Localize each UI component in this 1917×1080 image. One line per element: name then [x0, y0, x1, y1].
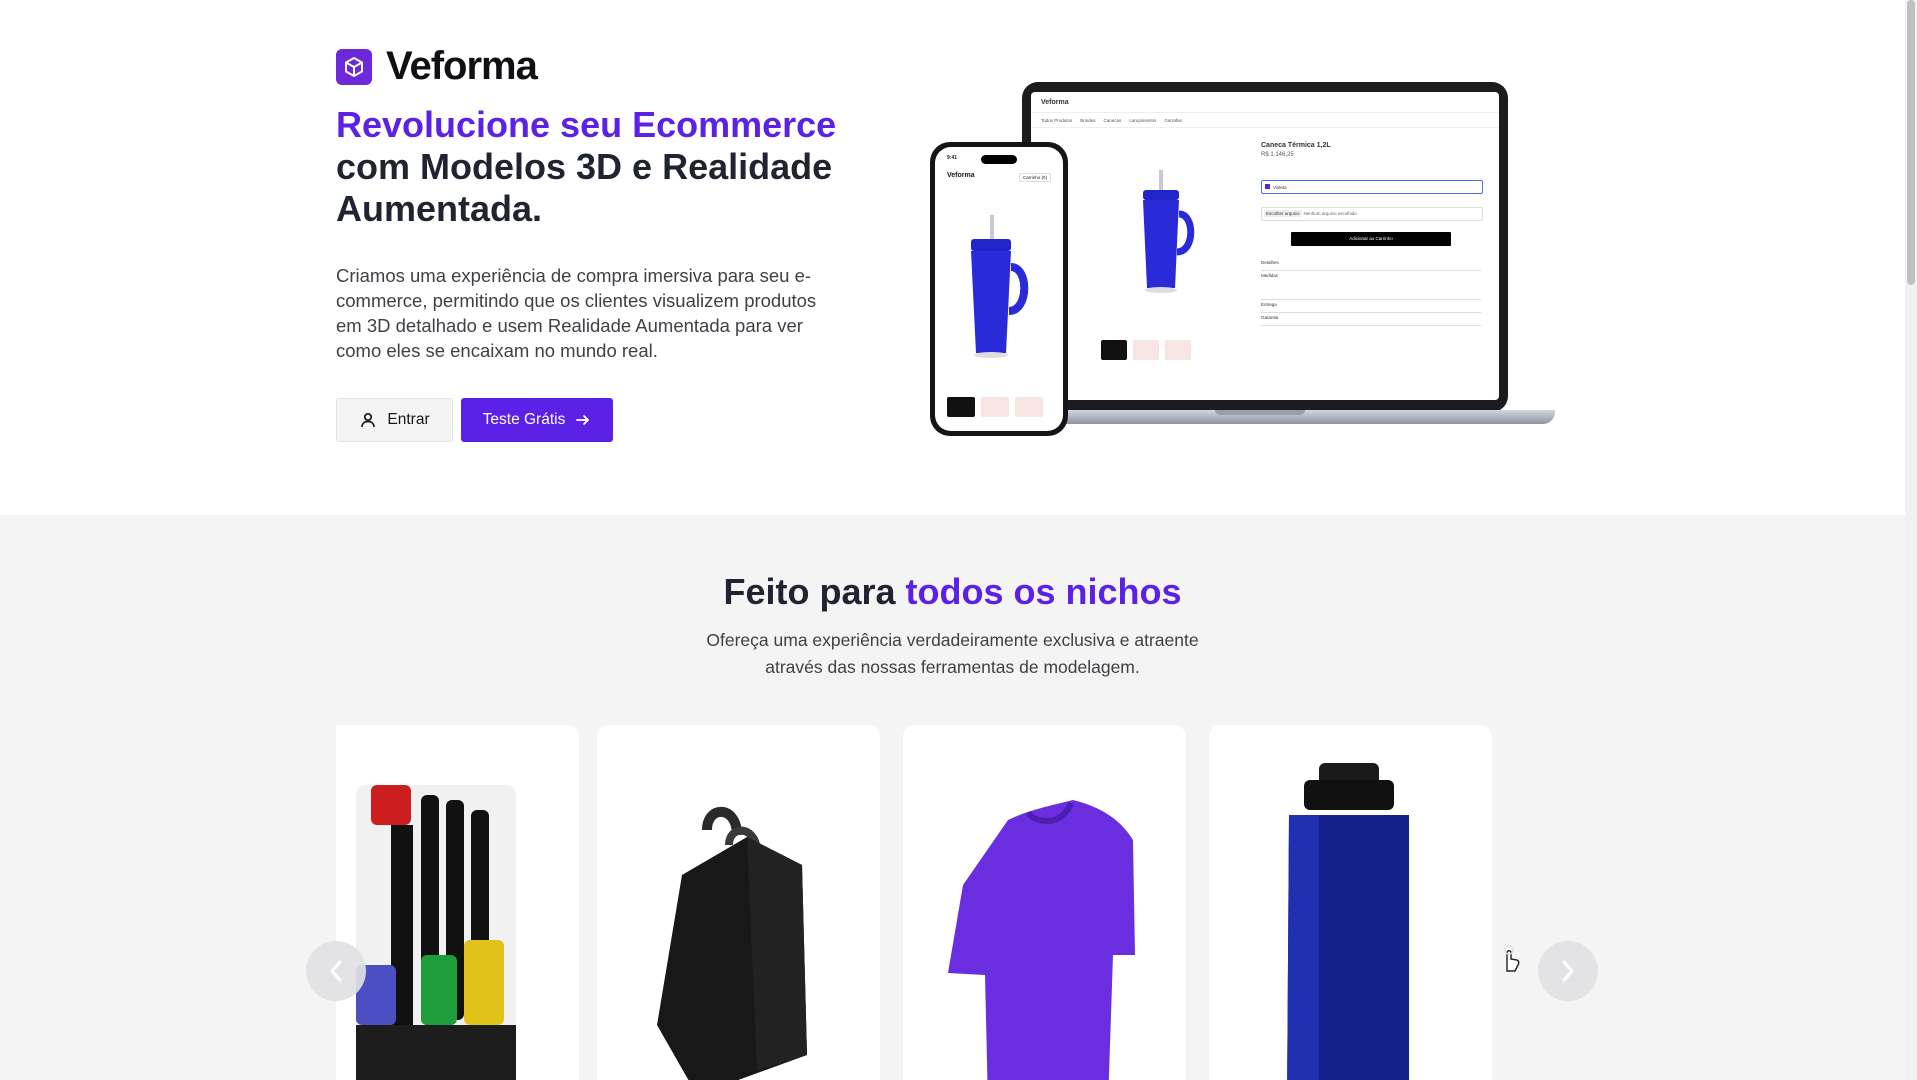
- carousel-card-backpack[interactable]: [597, 725, 880, 1080]
- phone-dynamic-island: [981, 155, 1017, 164]
- hero-headline: Revolucione seu Ecommerce com Modelos 3D…: [336, 104, 876, 230]
- phone-mockup: 9:41 Veforma Carrinho (0): [930, 142, 1068, 436]
- bottle-product-image: [1287, 763, 1409, 1080]
- cube-logo-icon: [336, 48, 372, 85]
- carousel-card-bottle[interactable]: [1209, 725, 1492, 1080]
- headline-accent: Revolucione seu Ecommerce: [336, 104, 837, 145]
- laptop-notch: [1215, 410, 1305, 415]
- brand[interactable]: Veforma: [336, 44, 538, 89]
- login-label: Entrar: [387, 411, 430, 428]
- phone-thumb-ar: [947, 397, 975, 417]
- carousel-prev-button[interactable]: [306, 941, 366, 1001]
- niches-subtitle: Ofereça uma experiência verdadeiramente …: [0, 627, 1905, 681]
- phone-cart: Carrinho (0): [1019, 173, 1052, 182]
- trial-label: Teste Grátis: [482, 411, 566, 428]
- page-scrollbar[interactable]: [1905, 0, 1917, 1080]
- mockup-thumb-ar: [1101, 340, 1127, 360]
- carousel-next-button[interactable]: [1538, 941, 1598, 1001]
- arrow-right-icon: [576, 415, 590, 425]
- phone-time: 9:41: [947, 155, 958, 161]
- hero-section: Veforma Revolucione seu Ecommerce com Mo…: [0, 0, 1905, 515]
- niches-title-accent: todos os nichos: [905, 571, 1182, 612]
- phone-store-screen: 9:41 Veforma Carrinho (0): [935, 147, 1063, 431]
- mockup-nav: Todos Produtos Brindes Canecas Lançamentos G…: [1031, 113, 1499, 128]
- phone-thumb: [981, 397, 1009, 417]
- product-carousel[interactable]: [336, 725, 1568, 1080]
- carousel-card-tools[interactable]: [336, 725, 579, 1080]
- mockup-product-price: R$ 1.146,25: [1261, 152, 1294, 158]
- phone-tumbler-image: [971, 215, 1029, 358]
- mockup-accordion: Detalhes Medidas Entrega Garantia: [1261, 260, 1481, 328]
- user-icon: [361, 412, 376, 428]
- brand-name: Veforma: [386, 44, 538, 88]
- chevron-right-icon: [1562, 960, 1574, 982]
- niches-title: Feito para todos os nichos: [0, 571, 1905, 613]
- mockup-file-input: Escolher arquivo Nenhum arquivo escolhido: [1261, 207, 1483, 221]
- device-mockup: Veforma Todos Produtos Brindes Canecas Lanç…: [925, 78, 1575, 448]
- niches-subtitle-line2: através das nossas ferramentas de modela…: [765, 657, 1140, 677]
- niches-section: Feito para todos os nichos Ofereça uma e…: [0, 515, 1905, 1080]
- laptop-store-screen: Veforma Todos Produtos Brindes Canecas Lanç…: [1031, 92, 1499, 400]
- chevron-left-icon: [330, 960, 342, 982]
- mockup-color-select: Violeta: [1261, 180, 1483, 194]
- mockup-thumb: [1133, 340, 1159, 360]
- mockup-thumb: [1165, 340, 1191, 360]
- backpack-product-image: [657, 806, 807, 1080]
- phone-store-name: Veforma: [947, 172, 975, 179]
- headline-rest: com Modelos 3D e Realidade Aumentada.: [336, 146, 833, 229]
- mockup-header: Veforma: [1031, 92, 1499, 113]
- hero-lead: Criamos uma experiência de compra imersi…: [336, 265, 817, 361]
- niches-title-plain: Feito para: [723, 571, 906, 612]
- scrollbar-thumb[interactable]: [1907, 0, 1915, 285]
- tshirt-product-image: [948, 800, 1135, 1080]
- carousel-card-tshirt[interactable]: [903, 725, 1186, 1080]
- tumbler-product-image: [1143, 170, 1195, 293]
- tool-set-product-image: [356, 785, 516, 1080]
- free-trial-button[interactable]: Teste Grátis: [461, 398, 613, 442]
- login-button[interactable]: Entrar: [336, 398, 453, 442]
- phone-thumb: [1015, 397, 1043, 417]
- ar-touch-icon: [1500, 945, 1520, 973]
- laptop-mockup: Veforma Todos Produtos Brindes Canecas Lanç…: [1022, 82, 1508, 412]
- mockup-product-title: Caneca Térmica 1,2L: [1261, 142, 1331, 149]
- niches-subtitle-line1: Ofereça uma experiência verdadeiramente …: [706, 630, 1199, 650]
- mockup-buy-button: Adicionar ao Carrinho: [1291, 232, 1451, 246]
